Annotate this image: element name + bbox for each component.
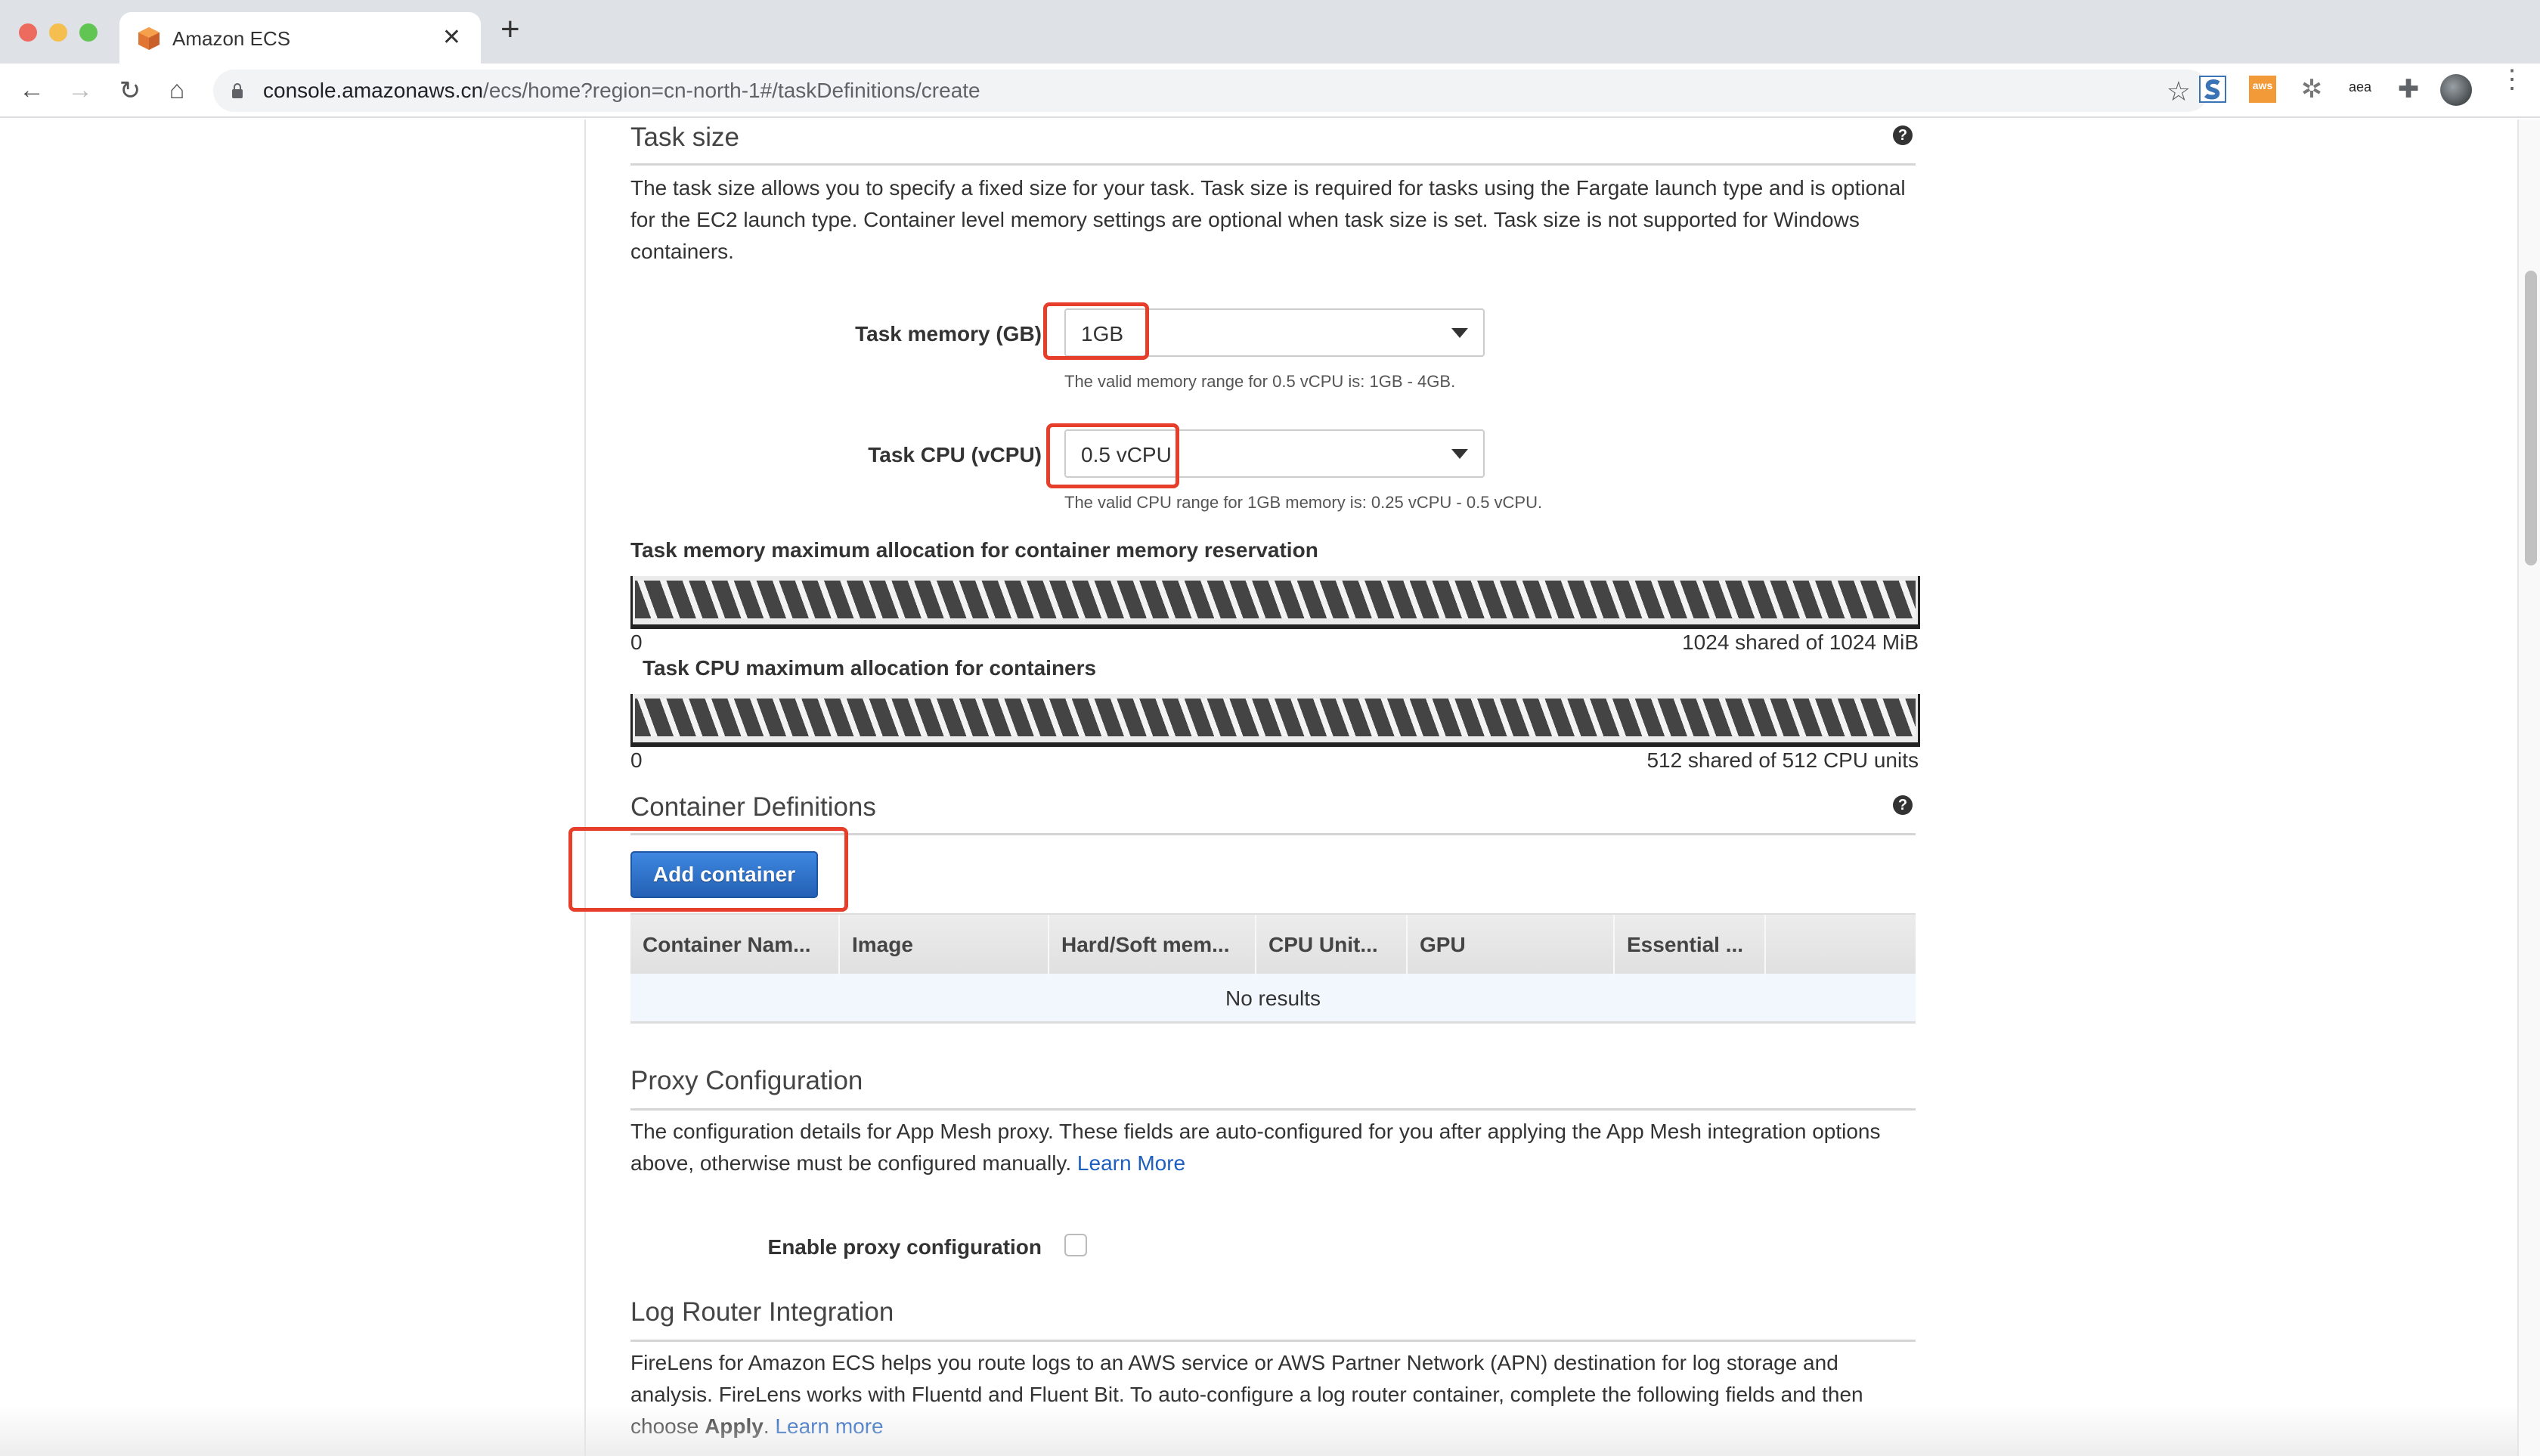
log-router-description-end: . — [763, 1414, 776, 1438]
proxy-configuration-divider — [630, 1108, 1916, 1111]
proxy-configuration-title: Proxy Configuration — [630, 1066, 863, 1095]
cpu-allocation-fill — [635, 699, 1916, 736]
column-container-name[interactable]: Container Nam... — [630, 915, 840, 975]
new-tab-button[interactable]: + — [500, 11, 520, 48]
task-cpu-select[interactable]: 0.5 vCPU — [1064, 429, 1485, 478]
task-memory-label: Task memory (GB) — [855, 322, 1042, 345]
enable-proxy-label: Enable proxy configuration — [767, 1235, 1042, 1259]
column-image[interactable]: Image — [840, 915, 1049, 975]
proxy-description-text: The configuration details for App Mesh p… — [630, 1120, 1881, 1175]
back-icon[interactable]: ← — [17, 76, 47, 105]
left-panel-divider — [584, 119, 586, 1456]
browser-tab-amazon-ecs[interactable]: Amazon ECS ✕ — [119, 12, 481, 64]
aws-extension-icon[interactable]: aws — [2249, 76, 2276, 103]
minimize-window-button[interactable] — [49, 23, 67, 42]
log-router-divider — [630, 1340, 1916, 1342]
task-cpu-value: 0.5 vCPU — [1081, 443, 1172, 466]
task-memory-hint: The valid memory range for 0.5 vCPU is: … — [1064, 372, 1456, 391]
column-gpu[interactable]: GPU — [1408, 915, 1615, 975]
maximize-window-button[interactable] — [79, 23, 98, 42]
scrollbar-thumb[interactable] — [2525, 271, 2537, 565]
chevron-down-icon — [1451, 328, 1468, 338]
cpu-allocation-label: Task CPU maximum allocation for containe… — [643, 656, 1097, 680]
cpu-allocation-min: 0 — [630, 748, 643, 772]
lock-icon — [232, 83, 243, 98]
container-definitions-divider — [630, 833, 1916, 835]
container-definitions-title: Container Definitions — [630, 792, 876, 822]
task-size-divider — [630, 163, 1916, 166]
proxy-learn-more-link[interactable]: Learn More — [1077, 1151, 1185, 1175]
cpu-allocation-bar — [630, 694, 1920, 747]
aea-extension-icon[interactable]: aea — [2343, 76, 2377, 103]
profile-avatar[interactable] — [2440, 74, 2472, 106]
memory-allocation-max: 1024 shared of 1024 MiB — [1682, 630, 1919, 654]
log-router-title: Log Router Integration — [630, 1297, 894, 1327]
task-size-help-icon[interactable]: ? — [1893, 125, 1913, 145]
column-hard-soft-memory[interactable]: Hard/Soft mem... — [1049, 915, 1256, 975]
spinner-extension-icon[interactable]: ✲ — [2298, 76, 2325, 103]
reload-icon[interactable]: ↻ — [115, 76, 145, 106]
task-memory-value: 1GB — [1081, 322, 1124, 345]
column-cpu-units[interactable]: CPU Unit... — [1256, 915, 1408, 975]
proxy-configuration-description: The configuration details for App Mesh p… — [630, 1116, 1916, 1179]
container-definitions-help-icon[interactable]: ? — [1893, 795, 1913, 815]
browser-menu-icon[interactable]: ⋮ — [2499, 67, 2525, 92]
tab-title: Amazon ECS — [172, 27, 291, 50]
task-size-title: Task size — [630, 122, 739, 152]
tab-close-icon[interactable]: ✕ — [442, 24, 461, 51]
extensions-puzzle-icon[interactable]: ✚ — [2395, 76, 2422, 103]
memory-allocation-min: 0 — [630, 630, 643, 654]
table-header-row: Container Nam... Image Hard/Soft mem... … — [630, 913, 1916, 975]
page-scrollbar[interactable] — [2517, 119, 2540, 1456]
enable-proxy-checkbox[interactable] — [1064, 1234, 1087, 1256]
close-window-button[interactable] — [19, 23, 37, 42]
log-router-learn-more-link[interactable]: Learn more — [775, 1414, 883, 1438]
task-cpu-label: Task CPU (vCPU) — [868, 443, 1042, 466]
forward-icon[interactable]: → — [65, 76, 95, 105]
table-empty-row: No results — [630, 974, 1916, 1024]
chevron-down-icon — [1451, 449, 1468, 459]
aws-ecs-cube-icon — [138, 27, 160, 50]
url-path: /ecs/home?region=cn-north-1#/taskDefinit… — [483, 79, 980, 102]
log-router-description: FireLens for Amazon ECS helps you route … — [630, 1347, 1916, 1442]
page-viewport: Task size ? The task size allows you to … — [0, 119, 2517, 1456]
bookmark-star-icon[interactable]: ☆ — [2167, 76, 2191, 107]
cpu-allocation-max: 512 shared of 512 CPU units — [1646, 748, 1919, 772]
container-definitions-table: Container Nam... Image Hard/Soft mem... … — [630, 913, 1916, 1024]
memory-allocation-bar — [630, 576, 1920, 629]
task-memory-select[interactable]: 1GB — [1064, 308, 1485, 357]
browser-toolbar: ← → ↻ ⌂ console.amazonaws.cn/ecs/home?re… — [0, 64, 2540, 118]
home-icon[interactable]: ⌂ — [162, 76, 192, 105]
column-actions — [1766, 915, 1916, 975]
s-extension-icon[interactable] — [2199, 76, 2226, 103]
task-size-description: The task size allows you to specify a fi… — [630, 176, 1906, 263]
address-bar[interactable]: console.amazonaws.cn/ecs/home?region=cn-… — [213, 70, 2209, 112]
url-host: console.amazonaws.cn — [263, 79, 484, 102]
memory-allocation-label: Task memory maximum allocation for conta… — [630, 538, 1318, 562]
browser-tab-strip: Amazon ECS ✕ + — [0, 0, 2540, 64]
column-essential[interactable]: Essential ... — [1615, 915, 1766, 975]
memory-allocation-fill — [635, 581, 1916, 618]
apply-word: Apply — [705, 1414, 764, 1438]
add-container-button[interactable]: Add container — [630, 851, 818, 898]
task-cpu-hint: The valid CPU range for 1GB memory is: 0… — [1064, 493, 1543, 512]
url-text[interactable]: console.amazonaws.cn/ecs/home?region=cn-… — [263, 79, 980, 103]
